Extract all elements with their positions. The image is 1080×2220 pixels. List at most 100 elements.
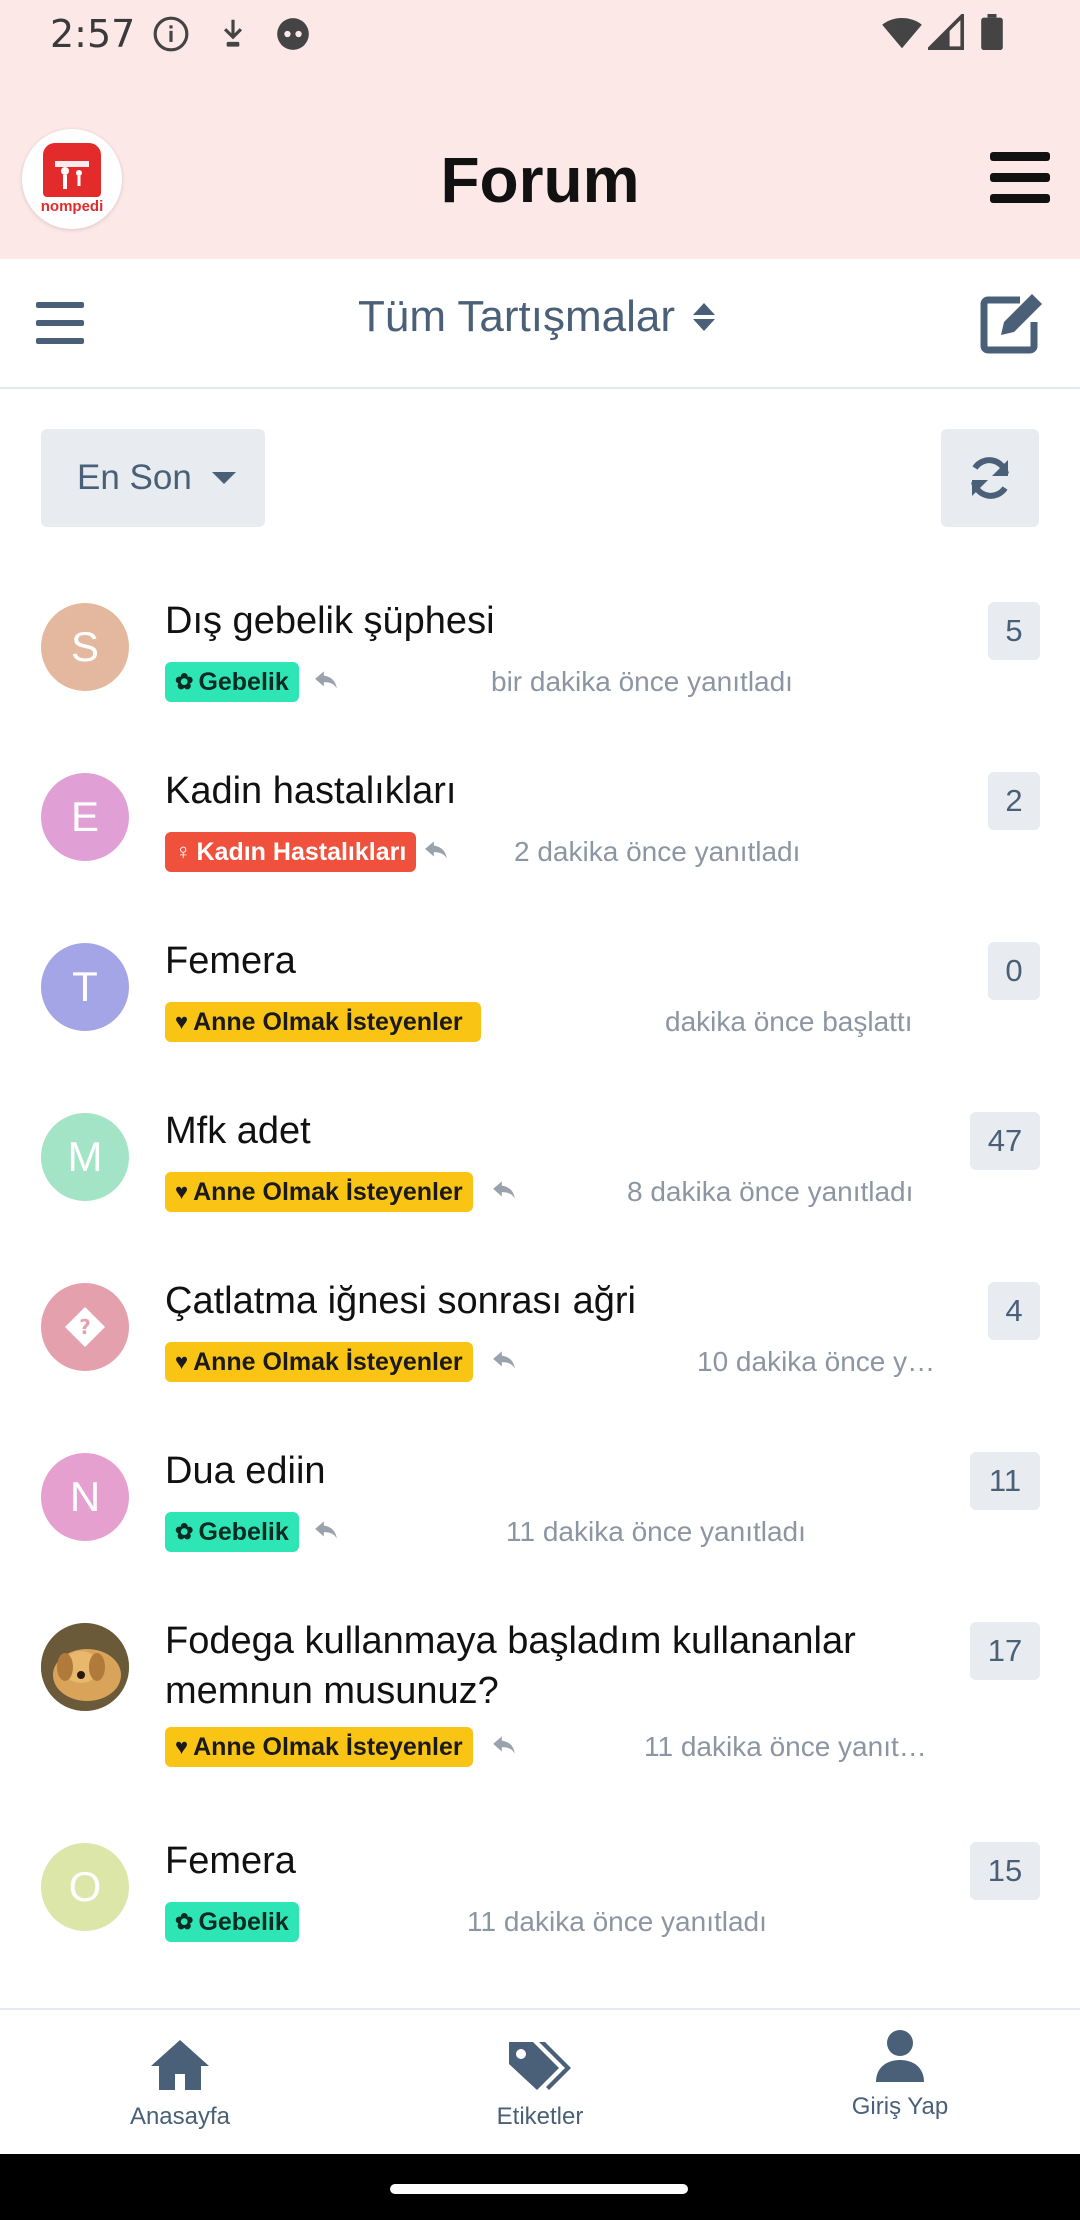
reply-count-badge: 17	[970, 1622, 1040, 1680]
status-time: 2:57	[50, 12, 136, 56]
discussion-meta: ✿ Gebelik 11 dakika önce yanıtladı	[165, 1512, 945, 1554]
tag-badge[interactable]: ♀ Kadın Hastalıkları	[165, 832, 417, 872]
avatar[interactable]: T	[41, 943, 129, 1031]
info-icon	[153, 16, 189, 52]
discussion-time: 11 dakika önce yanıtladı	[506, 1516, 806, 1547]
discussion-item[interactable]: ? Çatlatma iğnesi sonrası ağri ♥ Anne Olm…	[0, 1270, 1080, 1410]
discussion-meta: ✿ Gebelik bir dakika önce yanıtladı	[165, 662, 945, 704]
avatar[interactable]	[41, 1623, 129, 1711]
avatar[interactable]: O	[41, 1843, 129, 1931]
menu-bar	[36, 338, 84, 344]
signal-icon	[928, 14, 964, 50]
discussion-title[interactable]: Çatlatma iğnesi sonrası ağri	[165, 1276, 945, 1326]
reply-count-badge: 4	[988, 1282, 1040, 1340]
heart-icon: ♥	[175, 1009, 189, 1034]
main-menu-button[interactable]	[990, 152, 1050, 204]
nav-label: Anasayfa	[129, 2103, 231, 2130]
discussion-title[interactable]: Fodega kullanmaya başladım kullananlar m…	[165, 1616, 945, 1716]
discussion-time: bir dakika önce yanıtladı	[491, 666, 791, 697]
discussion-meta: ♥ Anne Olmak İsteyenler dakika önce başla…	[165, 1002, 945, 1044]
user-icon	[876, 2030, 924, 2082]
scope-label: Tüm Tartışmalar	[358, 292, 676, 341]
home-gesture-handle[interactable]	[390, 2184, 688, 2194]
baby-icon: ✿	[175, 1519, 194, 1544]
discussion-item[interactable]: T Femera ♥ Anne Olmak İsteyenler dakika ö…	[0, 930, 1080, 1070]
reply-count-badge: 11	[970, 1452, 1040, 1510]
battery-icon	[981, 14, 1003, 50]
discussion-item[interactable]: E Kadin hastalıkları ♀ Kadın Hastalıkları…	[0, 760, 1080, 900]
discussion-title[interactable]: Dış gebelik şüphesi	[165, 596, 945, 646]
reply-icon	[315, 671, 337, 689]
sort-dropdown-button[interactable]: En Son	[41, 429, 265, 527]
menu-bar	[36, 302, 84, 308]
menu-bar	[36, 320, 84, 326]
nav-tags[interactable]: Etiketler	[440, 2038, 640, 2131]
nav-login[interactable]: Giriş Yap	[800, 2028, 1000, 2121]
sidebar-toggle-button[interactable]	[36, 302, 84, 346]
heart-icon: ♥	[175, 1349, 189, 1374]
discussion-item[interactable]: N Dua ediin ✿ Gebelik 11 dakika önce yanı…	[0, 1440, 1080, 1580]
download-icon	[223, 19, 243, 47]
tag-badge[interactable]: ♥ Anne Olmak İsteyenler	[165, 1727, 473, 1767]
discussion-title[interactable]: Mfk adet	[165, 1106, 945, 1156]
nav-home[interactable]: Anasayfa	[80, 2038, 280, 2131]
discussion-title[interactable]: Kadin hastalıkları	[165, 766, 945, 816]
tags-icon	[509, 2042, 571, 2090]
discussion-time: 2 dakika önce yanıtladı	[514, 836, 801, 867]
tag-badge[interactable]: ♥ Anne Olmak İsteyenler	[165, 1002, 481, 1042]
discussion-title[interactable]: Dua ediin	[165, 1446, 945, 1496]
reply-icon	[493, 1736, 515, 1754]
question-diamond-icon: ?	[65, 1307, 105, 1347]
face-icon	[277, 18, 309, 50]
baby-icon: ✿	[175, 669, 194, 694]
menu-bar	[990, 194, 1050, 203]
reply-count-badge: 15	[970, 1842, 1040, 1900]
reply-count-badge: 47	[970, 1112, 1040, 1170]
discussion-item[interactable]: M Mfk adet ♥ Anne Olmak İsteyenler 8 daki…	[0, 1100, 1080, 1240]
avatar[interactable]: ?	[41, 1283, 129, 1371]
tag-badge[interactable]: ♥ Anne Olmak İsteyenler	[165, 1342, 473, 1382]
bottom-navigation: Anasayfa Etiketler Giriş Yap	[0, 2008, 1080, 2156]
discussion-scope-dropdown[interactable]: Tüm Tartışmalar	[358, 292, 716, 342]
discussion-title[interactable]: Femera	[165, 1836, 945, 1886]
reply-icon	[315, 1521, 337, 1539]
discussion-time: 11 dakika önce yanıtladı	[467, 1906, 767, 1937]
tag-badge[interactable]: ✿ Gebelik	[165, 1902, 299, 1942]
reply-count-badge: 0	[988, 942, 1040, 1000]
discussion-time: 10 dakika önce y…	[697, 1346, 936, 1377]
reply-icon	[493, 1351, 515, 1369]
wifi-icon	[882, 18, 922, 49]
discussion-time: 8 dakika önce yanıtladı	[627, 1176, 914, 1207]
avatar[interactable]: S	[41, 603, 129, 691]
discussion-item[interactable]: Fodega kullanmaya başladım kullananlar m…	[0, 1610, 1080, 1800]
reply-count-badge: 2	[988, 772, 1040, 830]
discussion-title[interactable]: Femera	[165, 936, 945, 986]
discussion-meta: ♥ Anne Olmak İsteyenler 11 dakika önce ya…	[165, 1727, 945, 1769]
tag-badge[interactable]: ✿ Gebelik	[165, 662, 299, 702]
discussion-item[interactable]: S Dış gebelik şüphesi ✿ Gebelik bir dakik…	[0, 590, 1080, 730]
avatar[interactable]: E	[41, 773, 129, 861]
menu-bar	[990, 152, 1050, 161]
reply-count-badge: 5	[988, 602, 1040, 660]
refresh-button[interactable]	[941, 429, 1039, 527]
venus-icon: ♀	[175, 839, 192, 864]
status-bar: 2:57	[0, 0, 1080, 66]
avatar[interactable]: N	[41, 1453, 129, 1541]
refresh-icon	[971, 457, 1009, 499]
caret-down-icon	[211, 472, 236, 484]
avatar[interactable]: M	[41, 1113, 129, 1201]
reply-icon	[425, 841, 447, 859]
page-title: Forum	[440, 144, 640, 216]
nav-label: Giriş Yap	[851, 2093, 949, 2120]
tag-badge[interactable]: ♥ Anne Olmak İsteyenler	[165, 1172, 473, 1212]
compose-icon[interactable]	[980, 292, 1046, 354]
discussion-item[interactable]: O Femera ✿ Gebelik 11 dakika önce yanıtla…	[0, 1830, 1080, 1970]
svg-text:?: ?	[79, 1315, 91, 1339]
discussion-meta: ♀ Kadın Hastalıkları 2 dakika önce yanıtl…	[165, 832, 945, 874]
tag-badge[interactable]: ✿ Gebelik	[165, 1512, 299, 1552]
discussion-meta: ♥ Anne Olmak İsteyenler 10 dakika önce y…	[165, 1342, 945, 1384]
home-icon	[151, 2040, 209, 2090]
heart-icon: ♥	[175, 1179, 189, 1204]
discussion-meta: ♥ Anne Olmak İsteyenler 8 dakika önce yan…	[165, 1172, 945, 1214]
menu-bar	[990, 173, 1050, 182]
